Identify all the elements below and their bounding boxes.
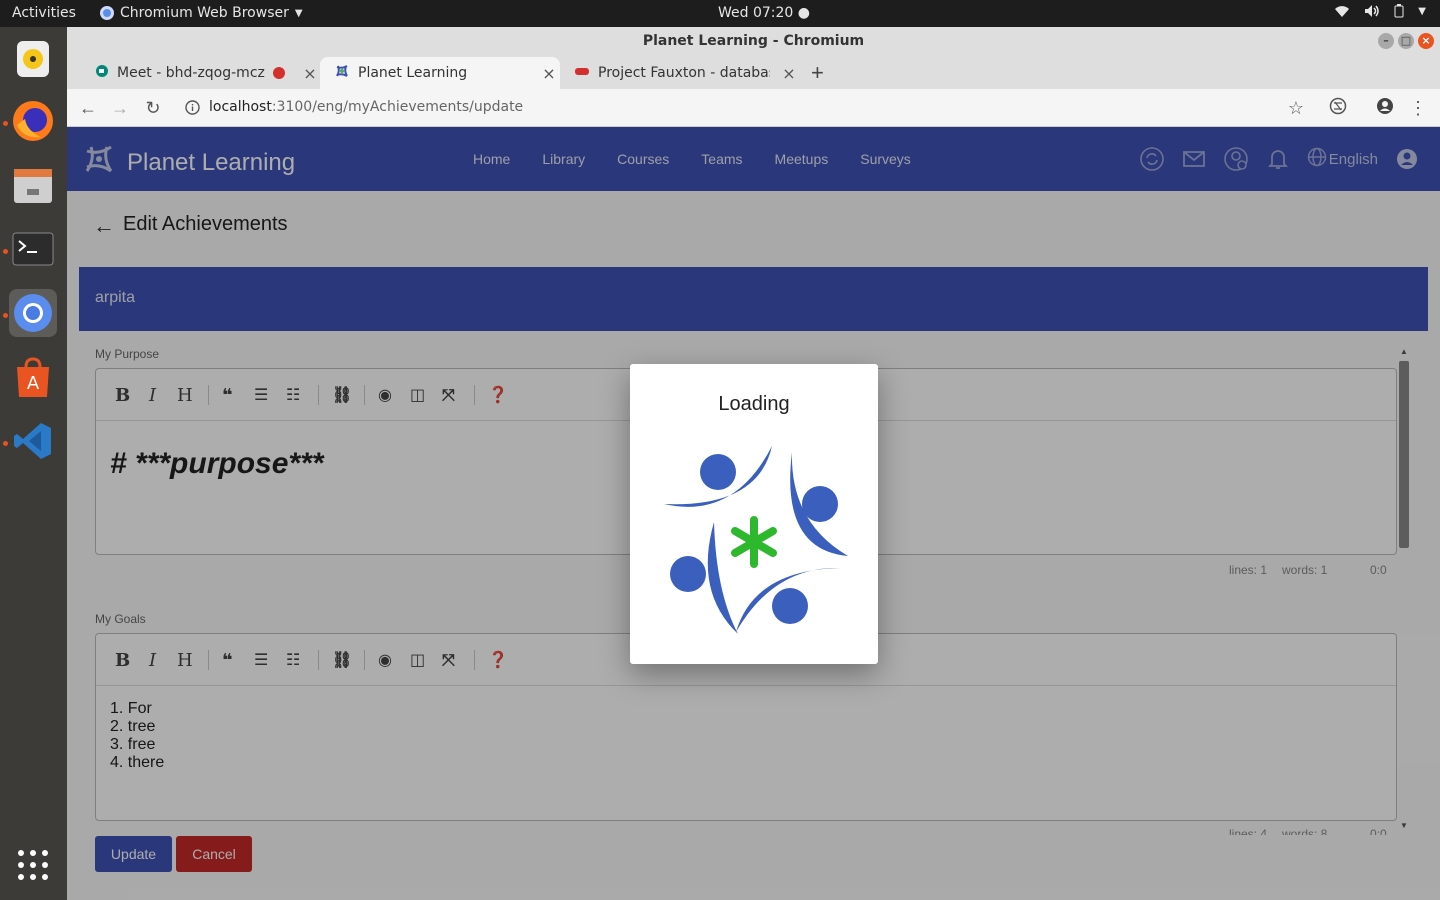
chromium-dock-icon[interactable] (9, 289, 57, 337)
profile-icon[interactable] (1374, 97, 1396, 119)
terminal-icon[interactable] (9, 225, 57, 273)
tab-strip: Meet - bhd-zqog-mcz × Planet Learning × … (67, 55, 1440, 89)
window-titlebar: Planet Learning - Chromium – □ × (67, 27, 1440, 55)
chevron-down-icon: ▼ (1418, 6, 1426, 17)
vscode-icon[interactable] (9, 417, 57, 465)
software-center-icon[interactable]: A (9, 353, 57, 401)
firefox-icon[interactable] (9, 97, 57, 145)
close-tab-icon[interactable]: × (538, 64, 560, 83)
loading-dialog: Loading (630, 364, 878, 664)
chevron-down-icon: ▼ (294, 7, 303, 19)
tab-fauxton[interactable]: Project Fauxton - databas × (560, 57, 800, 89)
svg-text:A: A (27, 373, 40, 394)
forward-button[interactable]: → (109, 97, 131, 119)
minimize-button[interactable]: – (1378, 33, 1394, 49)
wifi-icon (1334, 4, 1350, 22)
app-grid-icon[interactable] (9, 841, 57, 889)
back-button[interactable]: ← (77, 97, 99, 119)
volume-icon (1364, 4, 1380, 22)
url-path: :3100/eng/myAchievements/update (271, 99, 524, 115)
bookmark-star-icon[interactable]: ☆ (1285, 97, 1307, 119)
rhythmbox-icon[interactable] (9, 35, 57, 83)
tab-meet[interactable]: Meet - bhd-zqog-mcz × (81, 57, 321, 89)
planet-icon (334, 63, 350, 83)
activities-button[interactable]: Activities (12, 5, 76, 21)
new-tab-button[interactable]: + (811, 60, 824, 86)
battery-icon (1394, 4, 1404, 22)
couchdb-icon (574, 65, 590, 81)
close-window-button[interactable]: × (1418, 33, 1434, 49)
planet-loading-icon (654, 442, 854, 647)
close-tab-icon[interactable]: × (299, 64, 321, 83)
info-icon[interactable] (185, 100, 200, 120)
app-menu-label: Chromium Web Browser (120, 5, 289, 21)
chromium-icon (100, 6, 114, 20)
tab-title: Project Fauxton - databas (598, 65, 770, 81)
system-tray[interactable]: ▼ (1334, 4, 1426, 22)
dock: A (0, 27, 67, 900)
clock-label: Wed 07:20 (718, 5, 794, 21)
tab-title: Meet - bhd-zqog-mcz (117, 65, 265, 81)
menu-kebab-icon[interactable]: ⋮ (1407, 97, 1429, 119)
extension-icon[interactable] (1327, 97, 1349, 119)
system-top-bar: Activities Chromium Web Browser ▼ Wed 07… (0, 0, 1440, 27)
tab-title: Planet Learning (358, 65, 468, 81)
loading-title: Loading (718, 393, 790, 415)
url-host: localhost (209, 99, 272, 115)
toolbar: ← → ↻ localhost:3100/eng/myAchievements/… (67, 89, 1440, 127)
url-field[interactable]: localhost:3100/eng/myAchievements/update (209, 99, 523, 115)
files-icon[interactable] (9, 161, 57, 209)
clock[interactable]: Wed 07:20 ● (718, 5, 810, 21)
meet-icon (95, 64, 109, 82)
close-tab-icon[interactable]: × (778, 64, 800, 83)
window-title: Planet Learning - Chromium (642, 33, 865, 49)
reload-button[interactable]: ↻ (142, 97, 164, 119)
recording-icon (273, 67, 285, 79)
maximize-button[interactable]: □ (1398, 33, 1414, 49)
tab-planet-learning[interactable]: Planet Learning × (320, 57, 560, 89)
app-menu[interactable]: Chromium Web Browser ▼ (100, 5, 303, 21)
